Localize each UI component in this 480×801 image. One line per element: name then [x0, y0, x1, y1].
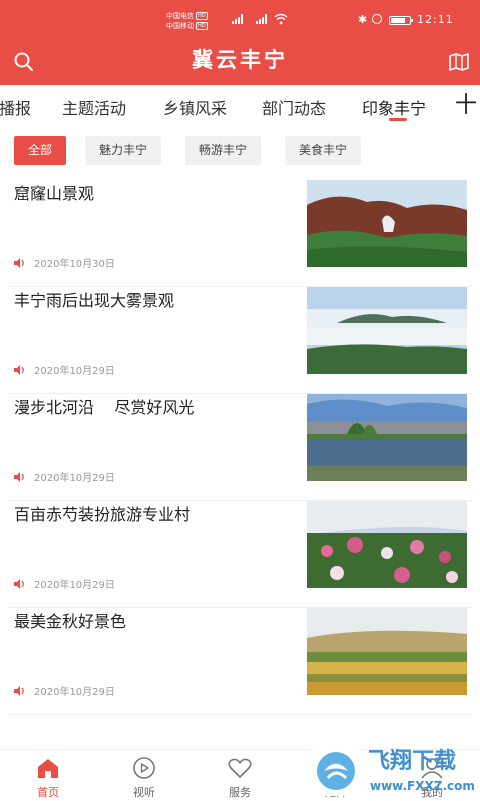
signal-icon: [256, 14, 267, 24]
news-title: 百亩赤芍装扮旅游专业村: [14, 505, 191, 524]
play-icon: [133, 757, 155, 779]
news-item[interactable]: 窟窿山景观 2020年10月30日: [0, 180, 480, 287]
hd-badge: HD: [196, 12, 208, 20]
divider: [8, 714, 472, 715]
battery-icon: [389, 16, 413, 25]
add-tab-button[interactable]: 十: [452, 87, 480, 125]
filter-chips: 全部 魅力丰宁 畅游丰宁 美食丰宁: [0, 136, 480, 166]
status-bar: 中国电信 HD 中国移动 HD ✱ 12:11: [0, 0, 480, 40]
app-title: 冀云丰宁: [192, 48, 288, 72]
chip-all[interactable]: 全部: [14, 136, 67, 165]
nav-service[interactable]: 服务: [210, 750, 270, 801]
news-date: 2020年10月29日: [34, 687, 115, 698]
map-icon[interactable]: [448, 52, 470, 72]
news-meta: 2020年10月29日: [14, 683, 115, 698]
nav-home-label: 首页: [37, 786, 59, 799]
bluetooth-icon: ✱: [358, 13, 368, 26]
speaker-icon[interactable]: [14, 685, 26, 696]
news-item[interactable]: 最美金秋好景色 2020年10月29日: [0, 608, 480, 715]
news-title: 最美金秋好景色: [14, 612, 127, 631]
news-meta: 2020年10月29日: [14, 362, 115, 377]
news-date: 2020年10月30日: [34, 259, 115, 270]
carrier-info: 中国电信 HD 中国移动 HD: [166, 11, 208, 31]
active-tab-indicator: [389, 118, 407, 121]
news-item[interactable]: 丰宁雨后出现大雾景观 2020年10月29日: [0, 287, 480, 394]
news-date: 2020年10月29日: [34, 473, 115, 484]
news-item[interactable]: 百亩赤芍装扮旅游专业村 2020年10月29日: [0, 501, 480, 608]
news-meta: 2020年10月29日: [14, 576, 115, 591]
watermark-title: 飞翔下载: [368, 748, 456, 774]
nav-media-label: 视听: [133, 786, 155, 799]
watermark-url: www.FXXZ.com: [370, 779, 475, 793]
speaker-icon[interactable]: [14, 257, 26, 268]
news-thumbnail[interactable]: [307, 394, 467, 481]
news-date: 2020年10月29日: [34, 580, 115, 591]
chip-travel[interactable]: 畅游丰宁: [185, 136, 262, 165]
tab-township[interactable]: 乡镇风采: [163, 95, 227, 119]
news-thumbnail[interactable]: [307, 608, 467, 695]
signal-icon: [232, 14, 243, 24]
nav-service-label: 服务: [229, 786, 251, 799]
home-icon: [38, 759, 58, 778]
news-thumbnail[interactable]: [307, 501, 467, 588]
news-thumbnail[interactable]: [307, 180, 467, 267]
speaker-icon[interactable]: [14, 364, 26, 375]
category-tabs: 播报 主题活动 乡镇风采 部门动态 印象丰宁 十: [0, 85, 480, 127]
news-title: 窟窿山景观: [14, 184, 95, 203]
alarm-icon: [372, 14, 382, 24]
speaker-icon[interactable]: [14, 471, 26, 482]
speaker-icon[interactable]: [14, 578, 26, 589]
news-title: 漫步北河沿 尽赏好风光: [14, 398, 195, 417]
news-thumbnail[interactable]: [307, 287, 467, 374]
nav-media[interactable]: 视听: [114, 750, 174, 801]
heart-icon: [228, 758, 252, 778]
watermark-logo: 飞翔下载 www.FXXZ.com: [312, 746, 475, 796]
news-meta: 2020年10月30日: [14, 255, 115, 270]
tab-impression[interactable]: 印象丰宁: [362, 95, 426, 119]
news-meta: 2020年10月29日: [14, 469, 115, 484]
clock: 12:11: [417, 13, 454, 26]
carrier-1: 中国电信: [166, 12, 194, 20]
tab-theme-activity[interactable]: 主题活动: [62, 95, 126, 119]
news-title: 丰宁雨后出现大雾景观: [14, 291, 175, 310]
news-item[interactable]: 漫步北河沿 尽赏好风光 2020年10月29日: [0, 394, 480, 501]
nav-home[interactable]: 首页: [18, 750, 78, 801]
chip-food[interactable]: 美食丰宁: [285, 136, 362, 165]
carrier-2: 中国移动: [166, 22, 194, 30]
chip-charm[interactable]: 魅力丰宁: [85, 136, 162, 165]
wifi-icon: [274, 13, 288, 25]
tab-broadcast[interactable]: 播报: [0, 95, 31, 119]
news-date: 2020年10月29日: [34, 366, 115, 377]
tab-department[interactable]: 部门动态: [262, 95, 326, 119]
hd-badge: HD: [196, 22, 208, 30]
